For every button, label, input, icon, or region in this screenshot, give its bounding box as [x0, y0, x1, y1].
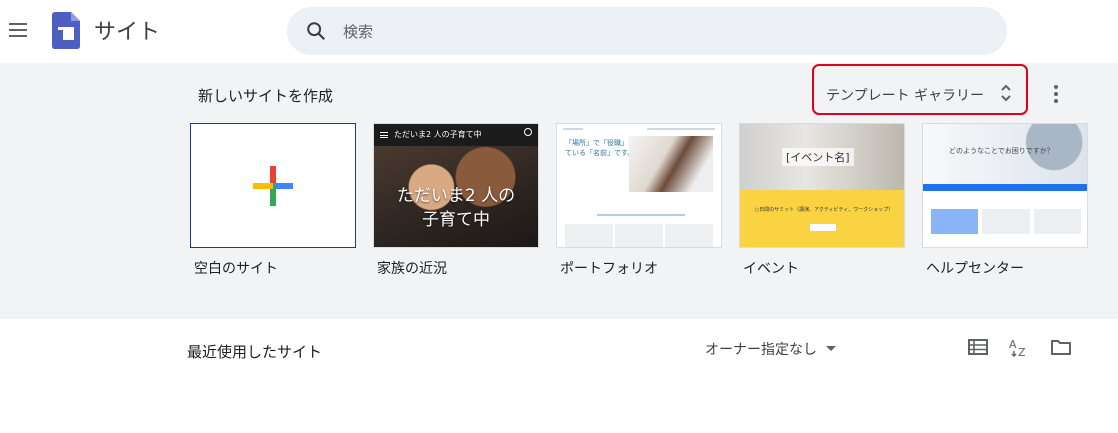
- sites-logo-icon: [52, 12, 80, 49]
- preview-question: どのようなことでお困りですか？: [949, 147, 1054, 155]
- search-icon: [307, 22, 326, 41]
- preview-title: ただいま2 人の 子育て中: [374, 184, 538, 232]
- list-view-icon[interactable]: [967, 336, 989, 358]
- sort-az-icon[interactable]: A Z: [1008, 336, 1030, 358]
- template-portfolio[interactable]: 「場所」で「役職」をし ている「名前」です。: [556, 123, 722, 248]
- template-family[interactable]: ただいま2 人の子育て中 ただいま2 人の 子育て中: [373, 123, 539, 248]
- template-blank[interactable]: [190, 123, 356, 248]
- recent-section-title: 最近使用したサイト: [187, 343, 323, 361]
- template-label: ヘルプセンター: [926, 261, 1024, 277]
- preview-band: [923, 184, 1087, 191]
- preview-line: [563, 128, 583, 130]
- preview-photo: [629, 136, 713, 192]
- preview-title: [イベント名]: [782, 148, 854, 166]
- template-label: 家族の近況: [377, 261, 447, 277]
- dropdown-arrow-icon[interactable]: [826, 346, 836, 351]
- template-label: 空白のサイト: [194, 261, 278, 277]
- preview-line: [647, 128, 715, 130]
- more-options-icon[interactable]: [1048, 83, 1064, 105]
- search-icon: [524, 128, 532, 136]
- preview-button: [810, 224, 836, 231]
- preview-title-line: 子育て中: [422, 210, 490, 230]
- template-gallery-label: テンプレート ギャラリー: [826, 88, 985, 104]
- search-placeholder: 検索: [343, 23, 374, 41]
- app-header: サイト 検索: [0, 0, 1118, 63]
- preview-desc: ○日間のサミット（講演、アクティビティ、ワークショップ）: [754, 207, 894, 213]
- preview-cards: [931, 209, 1081, 234]
- template-gallery-button[interactable]: テンプレート ギャラリー: [812, 64, 1028, 115]
- unfold-icon: [1001, 84, 1011, 102]
- preview-footer: [557, 224, 721, 247]
- preview-title-line: ただいま2 人の: [396, 186, 516, 206]
- search-bar[interactable]: 検索: [287, 7, 1007, 55]
- preview-header: ただいま2 人の子育て中: [374, 124, 538, 146]
- app-title: サイト: [94, 20, 161, 45]
- svg-text:A: A: [1009, 338, 1017, 351]
- template-section-title: 新しいサイトを作成: [198, 87, 334, 105]
- svg-text:Z: Z: [1018, 346, 1026, 358]
- template-label: ポートフォリオ: [560, 261, 658, 277]
- folder-icon[interactable]: [1050, 336, 1072, 358]
- template-label: イベント: [743, 261, 799, 277]
- plus-icon: [253, 166, 293, 206]
- template-event[interactable]: [イベント名] ○日間のサミット（講演、アクティビティ、ワークショップ）: [739, 123, 905, 248]
- template-section: 新しいサイトを作成 テンプレート ギャラリー 空白のサイト ただいま2 人の子育…: [0, 63, 1118, 319]
- preview-band: ○日間のサミット（講演、アクティビティ、ワークショップ）: [740, 190, 904, 247]
- template-help-center[interactable]: どのようなことでお困りですか？: [922, 123, 1088, 248]
- owner-filter-dropdown[interactable]: オーナー指定なし: [705, 339, 817, 359]
- main-menu-icon[interactable]: [6, 18, 30, 42]
- preview-line: [597, 214, 685, 216]
- preview-header-text: ただいま2 人の子育て中: [394, 130, 482, 139]
- menu-icon: [380, 132, 388, 138]
